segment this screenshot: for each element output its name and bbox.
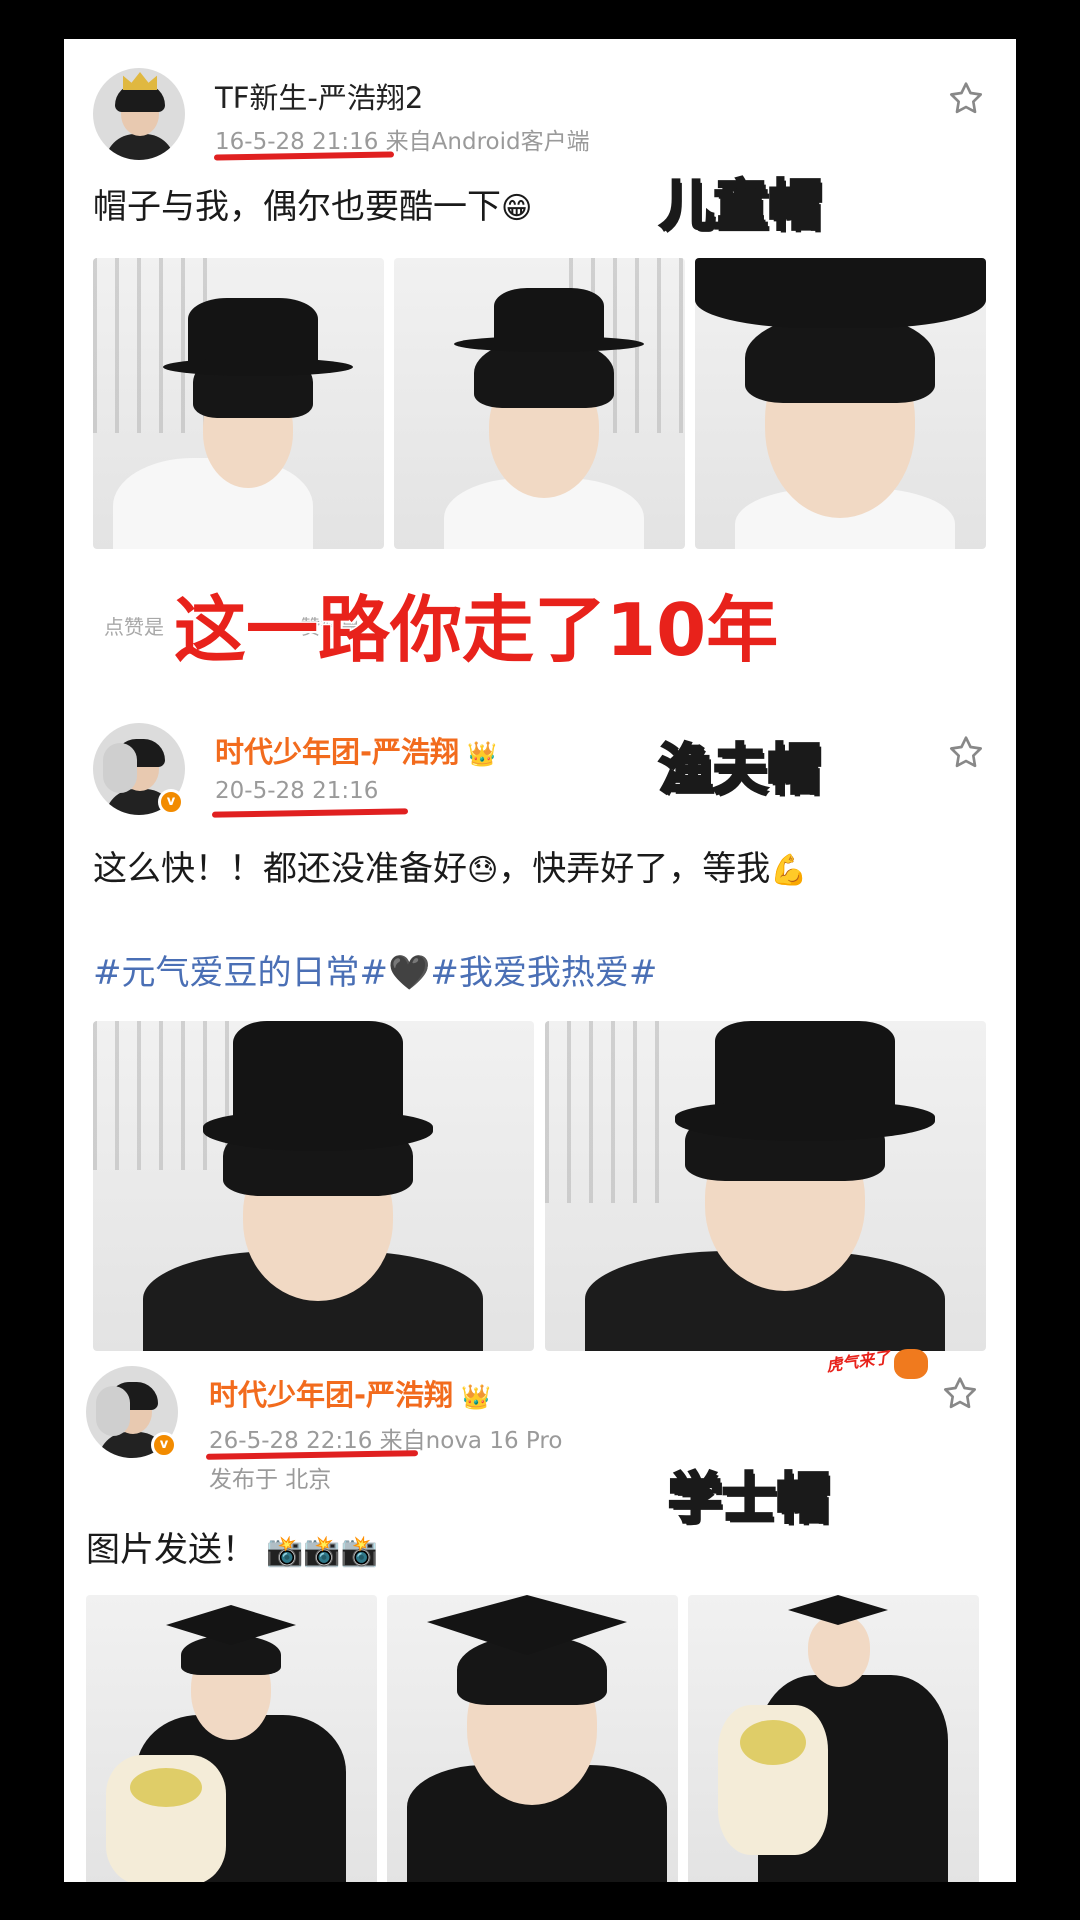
weibo-post-2020: v 时代少年团-严浩翔 👑 20-5-28 21:16 渔夫帽 这么快！！都还没准… — [64, 679, 1016, 1359]
hashtags: #元气爱豆的日常#🖤#我爱我热爱# — [93, 945, 657, 994]
hat-label-graduation: 学士帽 — [667, 1466, 832, 1532]
weibo-post-2016: TF新生-严浩翔2 16-5-28 21:16 来自Android客户端 帽子与… — [64, 39, 1016, 559]
tiger-sticker-icon — [894, 1349, 928, 1379]
avatar[interactable] — [93, 68, 185, 160]
crown-icon: 👑 — [461, 1383, 491, 1411]
verified-badge: v — [151, 1432, 177, 1458]
photo-3[interactable] — [688, 1595, 979, 1882]
post-date: 20-5-28 21:16 — [215, 778, 379, 804]
username[interactable]: TF新生-严浩翔2 — [215, 75, 423, 117]
post-location: 发布于 北京 — [209, 1467, 332, 1493]
star-icon[interactable] — [946, 79, 986, 119]
photo-2[interactable] — [545, 1021, 986, 1351]
post-date: 26-5-28 22:16 — [209, 1428, 373, 1454]
post-text: 这么快！！都还没准备好😓，快弄好了，等我💪 — [93, 849, 808, 889]
photo-2[interactable] — [394, 258, 685, 549]
post-text: 图片发送！ 📸📸📸 — [86, 1530, 379, 1570]
hashtag-link[interactable]: #我爱我热爱# — [430, 953, 657, 993]
camera-flash-emoji: 📸📸📸 — [266, 1534, 379, 1569]
photo-1[interactable] — [93, 1021, 534, 1351]
grin-emoji: 😁 — [501, 191, 533, 226]
photo-3[interactable] — [695, 258, 986, 549]
red-underline — [211, 808, 409, 818]
muscle-emoji: 💪 — [770, 853, 808, 888]
heart-emoji: 🖤 — [387, 953, 431, 993]
photo-1[interactable] — [86, 1595, 377, 1882]
photo-1[interactable] — [93, 258, 384, 549]
post-date: 16-5-28 21:16 — [215, 129, 379, 155]
username[interactable]: 时代少年团-严浩翔 👑 — [209, 1372, 491, 1414]
weibo-post-2026: v 时代少年团-严浩翔 👑 26-5-28 22:16 来自nova 16 Pro… — [64, 1324, 1016, 1882]
photo-2[interactable] — [387, 1595, 678, 1882]
username[interactable]: 时代少年团-严浩翔 👑 — [215, 729, 497, 771]
screenshot-collage: TF新生-严浩翔2 16-5-28 21:16 来自Android客户端 帽子与… — [64, 39, 1016, 1882]
sweat-emoji: 😓 — [467, 853, 499, 888]
hat-label-children: 儿童帽 — [659, 173, 824, 239]
hat-label-bucket: 渔夫帽 — [658, 737, 823, 803]
post-text: 帽子与我，偶尔也要酷一下😁 — [93, 187, 533, 227]
hashtag-link[interactable]: #元气爱豆的日常# — [93, 953, 388, 993]
verified-badge: v — [158, 789, 184, 815]
decade-banner: 这一路你走了10年 — [172, 587, 779, 674]
tiger-sticker-text: 虎气来了 — [825, 1347, 892, 1376]
crown-icon: 👑 — [467, 740, 497, 768]
post-meta: 16-5-28 21:16 来自Android客户端 — [215, 122, 590, 156]
post-source: 来自Android客户端 — [385, 129, 590, 155]
star-icon[interactable] — [940, 1374, 980, 1414]
star-icon[interactable] — [946, 733, 986, 773]
